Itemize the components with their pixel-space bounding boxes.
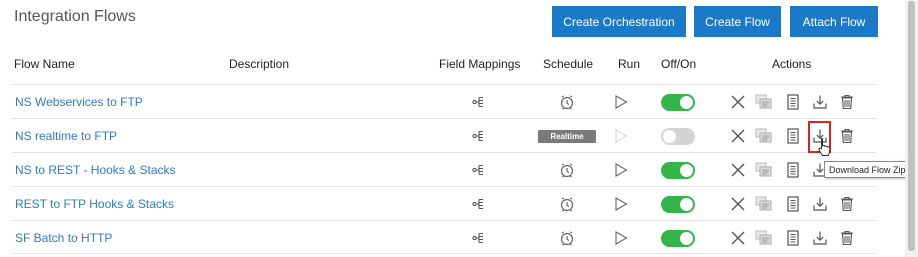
audit-log-icon[interactable] [783, 221, 803, 255]
download-icon[interactable] [810, 221, 830, 255]
flow-name-link[interactable]: NS Webservices to FTP [15, 85, 143, 119]
table-row: SF Batch to HTTP [12, 220, 876, 254]
column-header-description: Description [229, 57, 290, 71]
run-play-icon [613, 119, 629, 153]
toggle-knob [680, 163, 693, 177]
vertical-scrollbar[interactable] [905, 0, 918, 257]
create-orchestration-button[interactable]: Create Orchestration [552, 6, 686, 37]
run-play-icon[interactable] [613, 187, 629, 221]
clone-icon[interactable] [754, 119, 774, 153]
schedule-clock-icon[interactable] [557, 85, 577, 119]
delete-x-icon[interactable] [728, 221, 748, 255]
delete-x-icon[interactable] [728, 153, 748, 187]
toggle-knob [663, 129, 676, 143]
delete-x-icon[interactable] [728, 187, 748, 221]
table-row: NS Webservices to FTP [12, 84, 876, 118]
field-mapping-icon[interactable] [470, 187, 490, 221]
create-flow-button[interactable]: Create Flow [694, 6, 781, 37]
toggle-knob [680, 231, 693, 245]
toggle-cell [661, 187, 695, 221]
schedule-cell: Realtime [536, 119, 598, 153]
download-icon[interactable] [810, 187, 830, 221]
flow-description [229, 221, 379, 255]
schedule-clock-icon[interactable] [557, 153, 577, 187]
audit-log-icon[interactable] [783, 85, 803, 119]
scrollbar-thumb[interactable] [908, 1, 915, 251]
hand-cursor-icon [817, 137, 831, 162]
download-flow-tooltip: Download Flow Zip [824, 161, 911, 178]
run-play-icon[interactable] [613, 221, 629, 255]
toggle-cell [661, 153, 695, 187]
page-title: Integration Flows [14, 8, 136, 25]
toggle-cell [661, 221, 695, 255]
clone-icon[interactable] [754, 221, 774, 255]
column-header-field-mappings: Field Mappings [439, 57, 521, 71]
enabled-toggle[interactable] [661, 229, 695, 247]
trash-icon[interactable] [837, 119, 857, 153]
flow-name-link[interactable]: SF Batch to HTTP [15, 221, 112, 255]
attach-flow-button[interactable]: Attach Flow [790, 6, 878, 37]
toggle-cell [661, 119, 695, 153]
column-header-flow-name: Flow Name [14, 57, 75, 71]
flow-description [229, 85, 379, 119]
column-header-actions: Actions [772, 57, 812, 71]
clone-icon[interactable] [754, 85, 774, 119]
toggle-knob [680, 197, 693, 211]
column-header-run: Run [618, 57, 641, 71]
enabled-toggle[interactable] [661, 195, 695, 213]
flow-name-link[interactable]: REST to FTP Hooks & Stacks [15, 187, 174, 221]
table-row: REST to FTP Hooks & Stacks [12, 186, 876, 220]
enabled-toggle[interactable] [661, 161, 695, 179]
audit-log-icon[interactable] [783, 187, 803, 221]
flow-description [229, 119, 379, 153]
table-row: NS realtime to FTP Realtime [12, 118, 876, 152]
toggle-cell [661, 85, 695, 119]
realtime-badge: Realtime [538, 129, 596, 143]
flow-name-link[interactable]: NS realtime to FTP [15, 119, 117, 153]
clone-icon[interactable] [754, 187, 774, 221]
field-mapping-icon[interactable] [470, 221, 490, 255]
flow-description [229, 187, 379, 221]
delete-x-icon[interactable] [728, 119, 748, 153]
trash-icon[interactable] [837, 187, 857, 221]
flow-description [229, 153, 379, 187]
field-mapping-icon[interactable] [470, 153, 490, 187]
flow-name-link[interactable]: NS to REST - Hooks & Stacks [15, 153, 176, 187]
column-header-schedule: Schedule [543, 57, 594, 71]
table-row: NS to REST - Hooks & Stacks [12, 152, 876, 186]
run-play-icon[interactable] [613, 153, 629, 187]
field-mapping-icon[interactable] [470, 119, 490, 153]
enabled-toggle[interactable] [661, 93, 695, 111]
clone-icon[interactable] [754, 153, 774, 187]
toggle-knob [680, 95, 693, 109]
schedule-clock-icon[interactable] [557, 221, 577, 255]
audit-log-icon[interactable] [783, 153, 803, 187]
delete-x-icon[interactable] [728, 85, 748, 119]
schedule-clock-icon[interactable] [557, 187, 577, 221]
trash-icon[interactable] [837, 85, 857, 119]
enabled-toggle[interactable] [661, 127, 695, 145]
audit-log-icon[interactable] [783, 119, 803, 153]
column-header-off-on: Off/On [661, 57, 697, 71]
download-icon[interactable] [810, 85, 830, 119]
field-mapping-icon[interactable] [470, 85, 490, 119]
run-play-icon[interactable] [613, 85, 629, 119]
trash-icon[interactable] [837, 221, 857, 255]
